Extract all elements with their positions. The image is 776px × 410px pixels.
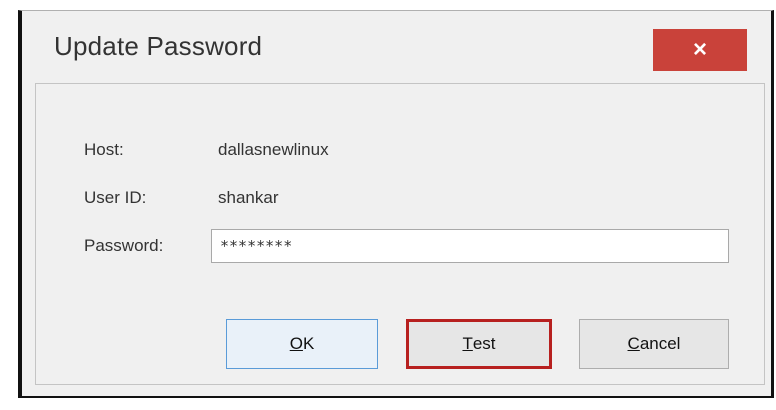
ok-mnemonic: O <box>289 334 303 353</box>
dialog-content: Host: dallasnewlinux User ID: shankar Pa… <box>35 83 765 385</box>
host-value: dallasnewlinux <box>218 140 329 159</box>
ok-label: K <box>302 334 315 353</box>
password-input[interactable] <box>211 229 729 263</box>
test-label: est <box>472 334 496 353</box>
test-button[interactable]: Test <box>406 319 552 369</box>
cancel-button[interactable]: Cancel <box>579 319 729 369</box>
password-label: Password: <box>84 236 164 255</box>
close-button[interactable]: × <box>653 29 747 71</box>
cancel-mnemonic: C <box>627 334 640 353</box>
host-label: Host: <box>84 140 124 159</box>
update-password-dialog: Update Password × Host: dallasnewlinux U… <box>18 10 774 396</box>
close-icon: × <box>692 36 707 63</box>
userid-value: shankar <box>218 188 279 207</box>
ok-button[interactable]: OK <box>226 319 378 369</box>
userid-label: User ID: <box>84 188 147 207</box>
cancel-label: ancel <box>639 334 681 353</box>
dialog-title: Update Password <box>54 31 263 61</box>
test-mnemonic: T <box>462 334 473 353</box>
window-bottom-border <box>18 396 774 398</box>
